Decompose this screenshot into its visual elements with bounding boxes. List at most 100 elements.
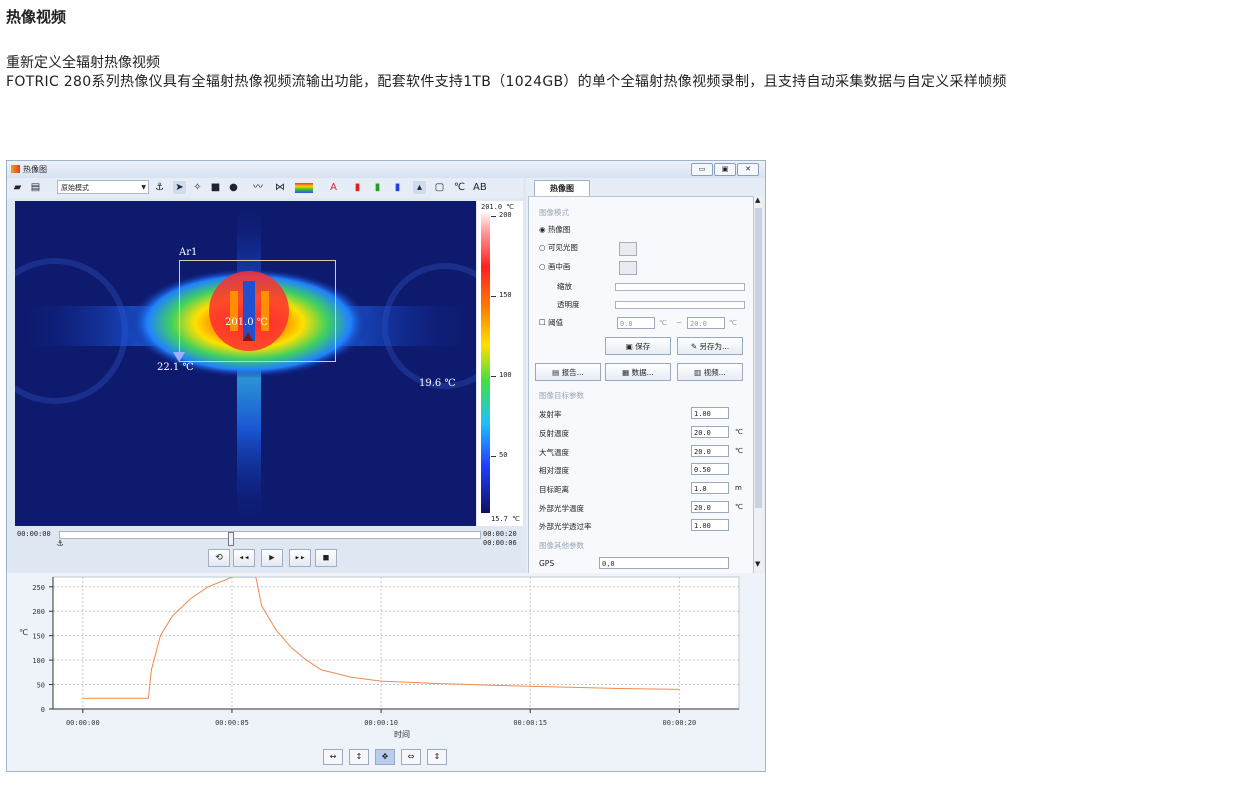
radio-pip[interactable]: ○ 画中画 bbox=[539, 261, 570, 272]
anchor-icon[interactable]: ⚓ bbox=[57, 538, 63, 549]
min-marker-icon[interactable]: ▮ bbox=[391, 181, 404, 194]
scale-tick-label: 150 bbox=[499, 291, 512, 299]
max-marker-icon[interactable]: ▮ bbox=[351, 181, 364, 194]
param-input[interactable]: 1.00 bbox=[691, 407, 729, 419]
unit-label: ℃ bbox=[729, 319, 737, 327]
opacity-slider[interactable] bbox=[615, 301, 745, 309]
chevron-down-icon[interactable]: ▼ bbox=[755, 560, 760, 568]
palette-icon[interactable] bbox=[295, 183, 313, 193]
radio-thermal[interactable]: ◉ 热像图 bbox=[539, 224, 570, 235]
threshold-checkbox[interactable]: ☐ 阈值 bbox=[539, 317, 563, 328]
opacity-label: 透明度 bbox=[557, 300, 580, 309]
param-label: 发射率 bbox=[539, 410, 562, 419]
side-panel: 热像图 图像模式 ◉ 热像图 ○ 可见光图 ○ 画中画 缩放 透明度 ☐ 阈值 … bbox=[526, 178, 765, 574]
loop-button[interactable]: ⟲ bbox=[208, 549, 230, 567]
visible-image-button[interactable] bbox=[619, 242, 637, 256]
param-label: 相对湿度 bbox=[539, 466, 569, 475]
x-axis-label: 时间 bbox=[394, 729, 410, 739]
timeline-current: 00:00:06 bbox=[483, 539, 517, 547]
close-icon[interactable]: ✕ bbox=[737, 163, 759, 176]
maximize-icon[interactable]: ▣ bbox=[714, 163, 736, 176]
anchor-icon[interactable]: ⚓ bbox=[153, 181, 166, 194]
threshold-separator: ~ bbox=[676, 319, 682, 327]
save-button[interactable]: ▣ 保存 bbox=[605, 337, 671, 355]
save-disk-icon[interactable]: ▤ bbox=[29, 181, 42, 194]
timeline-track[interactable] bbox=[59, 531, 481, 546]
timeline-thumb[interactable] bbox=[228, 532, 234, 546]
panel-scrollbar[interactable]: ▲ ▼ bbox=[754, 196, 763, 572]
timeline-end: 00:00:20 bbox=[483, 530, 517, 538]
report-button[interactable]: ▤ 报告... bbox=[535, 363, 601, 381]
mid-marker-icon[interactable]: ▮ bbox=[371, 181, 384, 194]
tab-thermal-image[interactable]: 热像图 bbox=[534, 180, 590, 197]
color-scale-bar[interactable] bbox=[481, 213, 490, 513]
radio-visible[interactable]: ○ 可见光图 bbox=[539, 242, 578, 253]
step-back-button[interactable]: ◂◂ bbox=[233, 549, 255, 567]
polygon-tool-icon[interactable]: ⋈ bbox=[271, 181, 289, 194]
thermal-image[interactable]: Ar1 201.0 ℃ 22.1 ℃ 19.6 ℃ bbox=[15, 201, 476, 526]
temp-markers-icon[interactable]: ▴ bbox=[413, 181, 426, 194]
rectangle-tool-icon[interactable]: ■ bbox=[209, 181, 222, 194]
y-axis-label: ℃ bbox=[19, 628, 28, 637]
param-input[interactable]: 20.0 bbox=[691, 426, 729, 438]
param-label: 大气温度 bbox=[539, 448, 569, 457]
spot-temp-label: 19.6 ℃ bbox=[419, 378, 456, 389]
section-image-mode: 图像模式 bbox=[539, 208, 569, 217]
threshold-low-input[interactable]: 0.0 bbox=[617, 317, 655, 329]
chart-zoom-all-button[interactable]: ✥ bbox=[375, 749, 395, 765]
chart-zoom-x-button[interactable]: ↔ bbox=[323, 749, 343, 765]
zoom-slider[interactable] bbox=[615, 283, 745, 291]
y-tick-label: 250 bbox=[32, 584, 45, 592]
step-forward-button[interactable]: ▸▸ bbox=[289, 549, 311, 567]
scale-top-label: 201.0 ℃ bbox=[481, 203, 515, 211]
panel-scroll-thumb[interactable] bbox=[755, 208, 762, 508]
chart-zoom-y-button[interactable]: ↕ bbox=[349, 749, 369, 765]
open-folder-icon[interactable]: ▰ bbox=[11, 181, 24, 194]
x-tick-label: 00:00:05 bbox=[215, 719, 249, 727]
data-button[interactable]: ▦ 数据... bbox=[605, 363, 671, 381]
stop-button[interactable]: ■ bbox=[315, 549, 337, 567]
video-timeline: 00:00:00 ⚓ 00:00:20 00:00:06 ⟲ ◂◂ ▶ ▸▸ ■ bbox=[15, 527, 523, 567]
ellipse-tool-icon[interactable]: ● bbox=[227, 181, 240, 194]
zoom-label: 缩放 bbox=[557, 282, 572, 291]
x-tick-label: 00:00:10 bbox=[364, 719, 398, 727]
polyline-tool-icon[interactable]: 〰 bbox=[247, 181, 269, 194]
roi-rectangle[interactable] bbox=[179, 260, 336, 362]
auto-range-icon[interactable]: A bbox=[327, 181, 340, 194]
chevron-up-icon[interactable]: ▲ bbox=[755, 196, 760, 204]
video-button[interactable]: ▥ 视频... bbox=[677, 363, 743, 381]
save-as-button[interactable]: ✎ 另存为... bbox=[677, 337, 743, 355]
minimize-icon[interactable]: ▭ bbox=[691, 163, 713, 176]
scale-tick-label: 200 bbox=[499, 211, 512, 219]
param-input[interactable]: 1.0 bbox=[691, 482, 729, 494]
param-input[interactable]: 20.0 bbox=[691, 501, 729, 513]
toolbar: ▰ ▤ 原始模式 ▼ ⚓ ➤ ✧ ■ ● 〰 ⋈ A ▮ ▮ ▮ ▴ ▢ ℃ A… bbox=[7, 178, 523, 198]
ab-compare-icon[interactable]: AB bbox=[473, 181, 487, 194]
y-tick-label: 100 bbox=[32, 657, 45, 665]
spot-tool-icon[interactable]: ✧ bbox=[191, 181, 204, 194]
timeline-start: 00:00:00 bbox=[17, 530, 51, 538]
gps-input[interactable]: 0,0 bbox=[599, 557, 729, 569]
param-label: 外部光学透过率 bbox=[539, 522, 592, 531]
mode-select[interactable]: 原始模式 ▼ bbox=[57, 180, 149, 194]
param-input[interactable]: 1.00 bbox=[691, 519, 729, 531]
section-other-params: 图像其他参数 bbox=[539, 541, 584, 550]
min-temp-marker-icon bbox=[173, 352, 185, 362]
frame-icon[interactable]: ▢ bbox=[433, 181, 446, 194]
param-input[interactable]: 20.0 bbox=[691, 445, 729, 457]
window-titlebar: 热像图 ▭ ▣ ✕ bbox=[7, 161, 765, 178]
play-button[interactable]: ▶ bbox=[261, 549, 283, 567]
x-tick-label: 00:00:00 bbox=[66, 719, 100, 727]
param-input[interactable]: 0.50 bbox=[691, 463, 729, 475]
unit-label: ℃ bbox=[735, 428, 743, 436]
param-label: 外部光学温度 bbox=[539, 504, 584, 513]
pointer-icon[interactable]: ➤ bbox=[173, 181, 186, 194]
celsius-toggle-icon[interactable]: ℃ bbox=[453, 181, 466, 194]
threshold-label: 阈值 bbox=[548, 318, 564, 327]
threshold-high-input[interactable]: 20.0 bbox=[687, 317, 725, 329]
chevron-down-icon: ▼ bbox=[141, 184, 146, 191]
chart-pan-x-button[interactable]: ⇔ bbox=[401, 749, 421, 765]
pip-image-button[interactable] bbox=[619, 261, 637, 275]
chart-pan-y-button[interactable]: ⇕ bbox=[427, 749, 447, 765]
y-tick-label: 50 bbox=[37, 682, 45, 690]
